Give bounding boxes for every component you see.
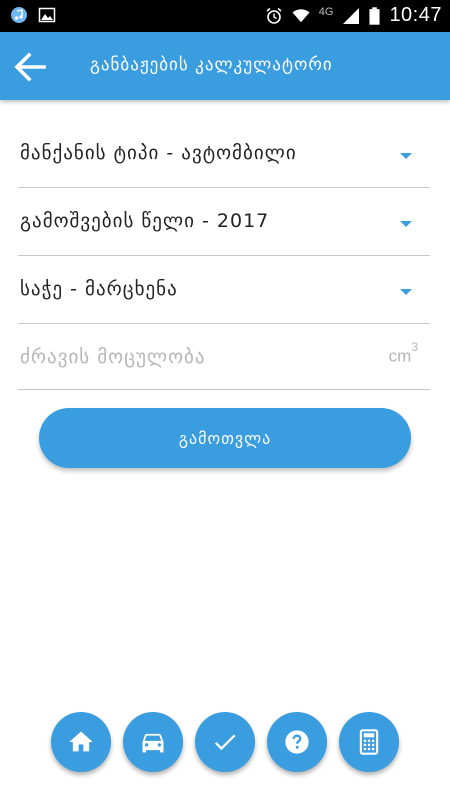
back-button[interactable] — [12, 49, 48, 85]
steering-value: საჭე - მარცხენა — [20, 278, 178, 300]
status-left — [10, 6, 56, 24]
year-select[interactable]: გამოშვების წელი - 2017 — [18, 188, 430, 256]
car-icon — [142, 733, 164, 753]
status-right: 4G 10:47 — [265, 4, 442, 27]
image-notification-icon — [38, 7, 56, 23]
dropdown-arrow-icon — [400, 153, 412, 159]
vehicle-type-value: მანქანის ტიპი - ავტომბილი — [20, 142, 297, 164]
app-bar: განბაჟების კალკულატორი — [0, 32, 450, 100]
home-icon — [69, 731, 93, 752]
clock: 10:47 — [389, 4, 442, 26]
arrow-back-icon — [14, 52, 46, 82]
signal-icon — [343, 7, 360, 24]
page-title: განბაჟების კალკულატორი — [90, 55, 333, 75]
dropdown-arrow-icon — [400, 221, 412, 227]
unit-exponent: 3 — [411, 340, 418, 354]
dropdown-arrow-icon — [400, 289, 412, 295]
steering-select[interactable]: საჭე - მარცხენა — [18, 256, 430, 324]
vehicle-type-select[interactable]: მანქანის ტიპი - ავტომბილი — [18, 120, 430, 188]
check-button[interactable] — [195, 712, 255, 772]
bottom-nav — [0, 712, 450, 776]
check-icon — [214, 734, 236, 751]
wifi-icon — [292, 8, 310, 22]
help-icon — [285, 730, 309, 754]
engine-volume-row: cm3 — [18, 324, 430, 390]
engine-volume-input[interactable] — [20, 340, 370, 374]
calculator-icon — [359, 729, 379, 755]
battery-icon — [369, 6, 380, 25]
home-button[interactable] — [51, 712, 111, 772]
car-button[interactable] — [123, 712, 183, 772]
network-type: 4G — [318, 5, 334, 18]
unit-label: cm3 — [388, 340, 418, 367]
calculate-button[interactable]: გამოთვლა — [39, 408, 411, 468]
calculator-button[interactable] — [339, 712, 399, 772]
help-button[interactable] — [267, 712, 327, 772]
calculator-form: მანქანის ტიპი - ავტომბილი გამოშვების წელ… — [18, 120, 430, 390]
status-bar: 4G 10:47 — [0, 0, 450, 32]
alarm-icon — [266, 7, 282, 24]
unit-base: cm — [388, 346, 412, 366]
year-value: გამოშვების წელი - 2017 — [20, 210, 270, 232]
music-app-icon — [11, 7, 27, 23]
